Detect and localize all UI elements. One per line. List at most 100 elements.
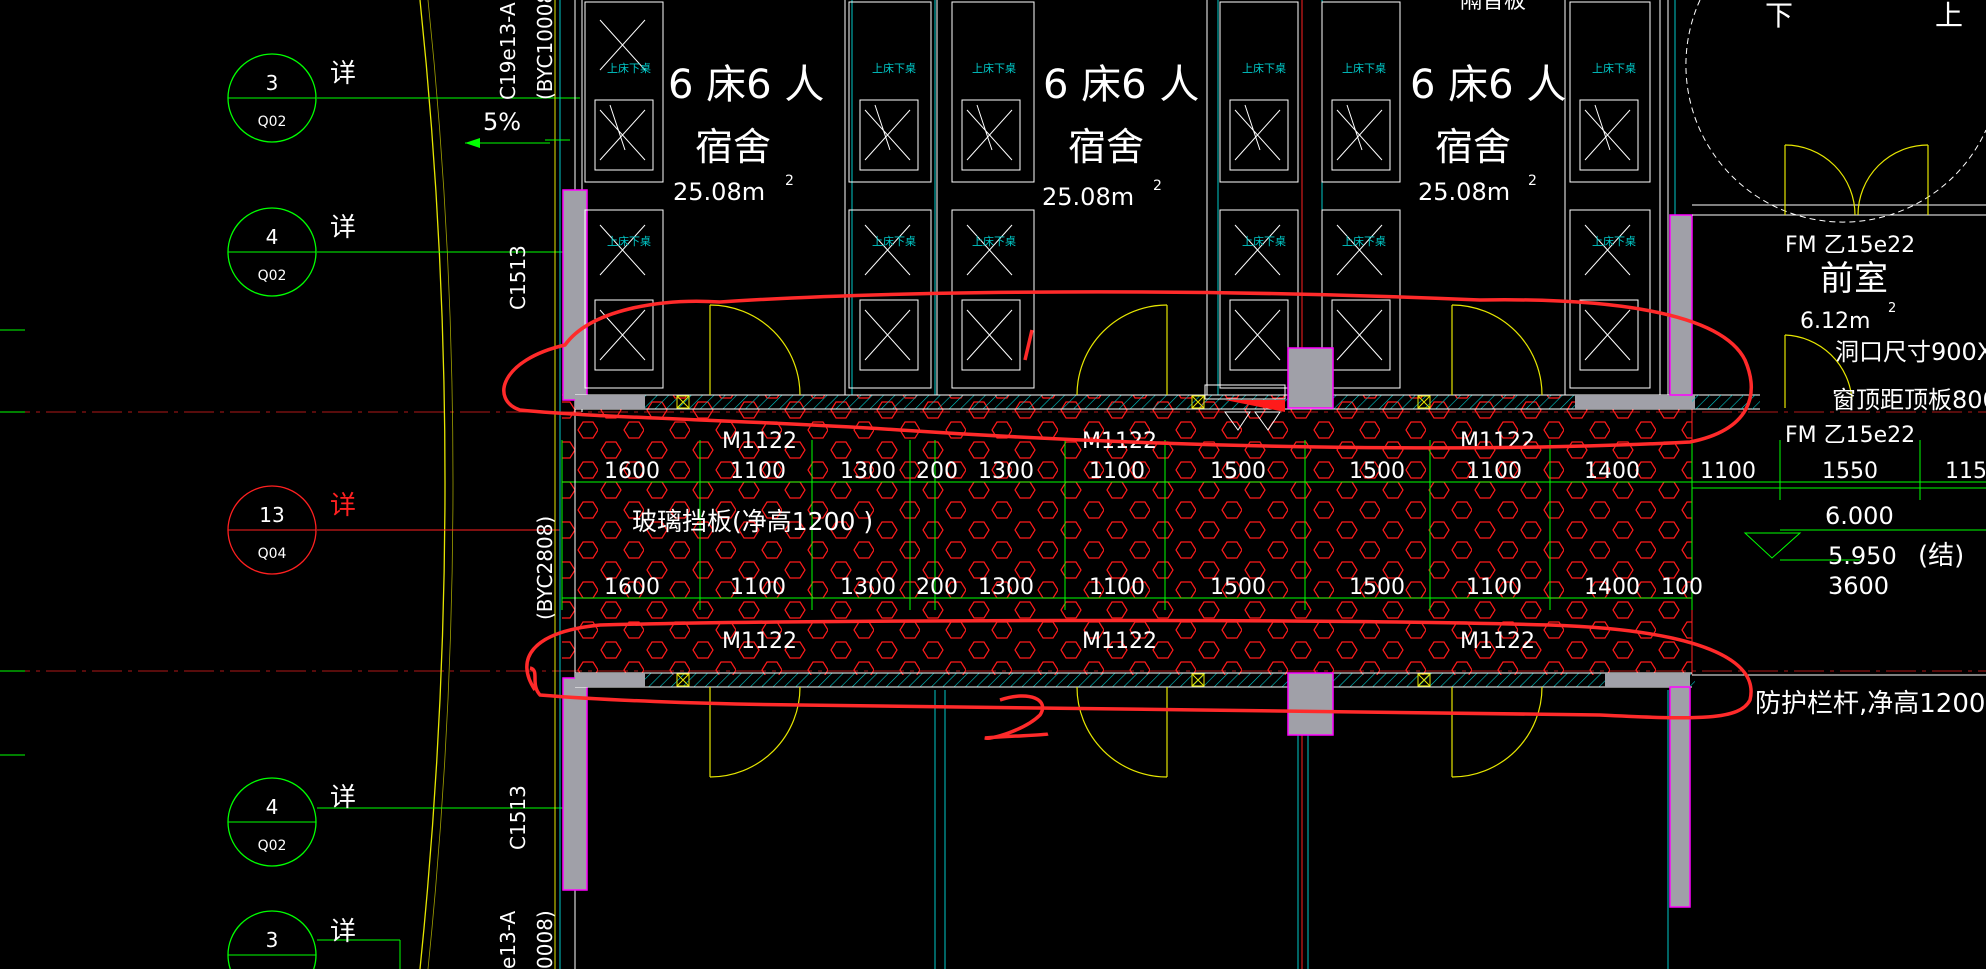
svg-text:1300: 1300: [978, 459, 1034, 484]
svg-text:1400: 1400: [1584, 459, 1640, 484]
svg-text:Q02: Q02: [258, 114, 287, 130]
detail-marker-texts: 3 Q02 详 4 Q02 详 13 Q04 详 4 Q02 详 3 详: [258, 59, 356, 952]
svg-text:200: 200: [916, 459, 958, 484]
svg-text:M1122: M1122: [1460, 629, 1535, 654]
svg-text:上床下桌: 上床下桌: [607, 234, 651, 248]
svg-text:1500: 1500: [1210, 459, 1266, 484]
svg-text:4: 4: [266, 795, 279, 819]
svg-text:详: 详: [330, 783, 356, 813]
svg-text:1600: 1600: [604, 459, 660, 484]
svg-text:6.12m: 6.12m: [1800, 309, 1870, 334]
corridor-note: 玻璃挡板(净高1200 ): [632, 507, 873, 536]
svg-text:M1122: M1122: [1082, 629, 1157, 654]
site-boundary-curve: [419, 0, 446, 969]
svg-text:6 床6 人: 6 床6 人: [668, 62, 824, 108]
svg-text:1500: 1500: [1349, 459, 1405, 484]
svg-text:下: 下: [1765, 0, 1793, 32]
svg-text:1100: 1100: [1089, 459, 1145, 484]
svg-text:25.08m: 25.08m: [1418, 178, 1510, 206]
room-2-labels: 6 床6 人 宿舍 25.08m 2: [1042, 62, 1199, 211]
svg-text:C1513: C1513: [506, 245, 530, 310]
svg-text:上床下桌: 上床下桌: [1342, 61, 1386, 75]
svg-text:(BYC10008): (BYC10008): [533, 0, 557, 100]
svg-text:C19e13-A: C19e13-A: [496, 2, 520, 100]
front-room-area: [1685, 0, 1986, 223]
svg-text:1100: 1100: [730, 575, 786, 600]
annotation-stroke-2[interactable]: [984, 694, 1049, 740]
svg-text:1300: 1300: [978, 575, 1034, 600]
svg-text:1100: 1100: [1466, 575, 1522, 600]
svg-text:M1122: M1122: [722, 629, 797, 654]
svg-text:详: 详: [330, 491, 356, 521]
svg-text:13: 13: [259, 503, 284, 527]
svg-text:FM 乙15e22: FM 乙15e22: [1785, 423, 1915, 448]
svg-text:2: 2: [1153, 178, 1162, 194]
svg-text:3: 3: [266, 928, 279, 952]
svg-text:上床下桌: 上床下桌: [872, 61, 916, 75]
svg-text:2: 2: [785, 173, 794, 189]
svg-text:洞口尺寸900X5: 洞口尺寸900X5: [1835, 338, 1986, 366]
doors-top: [709, 304, 1543, 396]
svg-text:(BYC2808): (BYC2808): [533, 516, 557, 620]
svg-text:200: 200: [916, 575, 958, 600]
annotation-stroke-1[interactable]: [1023, 329, 1034, 361]
svg-text:M1122: M1122: [722, 429, 797, 454]
svg-text:5.950: 5.950: [1828, 542, 1897, 570]
svg-text:1400: 1400: [1584, 575, 1640, 600]
slope-arrow: [465, 138, 550, 148]
svg-text:详: 详: [330, 59, 356, 89]
svg-text:Q02: Q02: [258, 838, 287, 854]
svg-text:隔音板: 隔音板: [1460, 0, 1526, 14]
cad-drawing-canvas[interactable]: 上床下桌 上床下桌 上床下桌 上床下桌 上床下桌 上床下桌 上床下桌 上床下桌 …: [0, 0, 1986, 969]
svg-text:6 床6 人: 6 床6 人: [1410, 62, 1566, 108]
svg-text:M1122: M1122: [1460, 429, 1535, 454]
level-symbol: [1743, 532, 1802, 559]
room-3-labels: 6 床6 人 宿舍 25.08m 2: [1410, 62, 1566, 206]
svg-text:6 床6 人: 6 床6 人: [1043, 62, 1199, 108]
svg-text:1100: 1100: [730, 459, 786, 484]
svg-text:防护栏杆,净高1200: 防护栏杆,净高1200: [1755, 689, 1985, 719]
svg-text:上床下桌: 上床下桌: [607, 61, 651, 75]
svg-text:上床下桌: 上床下桌: [872, 234, 916, 248]
svg-text:2: 2: [1528, 173, 1537, 189]
svg-text:25.08m: 25.08m: [673, 178, 765, 206]
svg-text:0008): 0008): [533, 910, 557, 969]
svg-text:宿舍: 宿舍: [1435, 125, 1511, 169]
svg-text:宿舍: 宿舍: [1068, 125, 1144, 169]
svg-text:1550: 1550: [1822, 459, 1878, 484]
doors-bottom: [709, 686, 1543, 778]
svg-text:详: 详: [330, 917, 356, 947]
svg-text:1100: 1100: [1089, 575, 1145, 600]
svg-text:上床下桌: 上床下桌: [972, 61, 1016, 75]
svg-text:前室: 前室: [1820, 259, 1888, 299]
svg-text:3600: 3600: [1828, 572, 1889, 600]
svg-text:窗顶距顶板800: 窗顶距顶板800: [1832, 386, 1986, 414]
wall-labels: C19e13-A (BYC10008) C1513 (BYC2808) C151…: [483, 0, 557, 969]
svg-text:上床下桌: 上床下桌: [972, 234, 1016, 248]
svg-text:1300: 1300: [840, 575, 896, 600]
svg-text:1100: 1100: [1466, 459, 1522, 484]
svg-text:上床下桌: 上床下桌: [1242, 234, 1286, 248]
svg-text:100: 100: [1661, 575, 1703, 600]
svg-text:(结): (结): [1918, 541, 1964, 571]
svg-text:1600: 1600: [604, 575, 660, 600]
room-1-labels: 6 床6 人 宿舍 25.08m 2: [668, 62, 824, 206]
room-partitions: [844, 0, 1669, 400]
svg-text:宿舍: 宿舍: [695, 125, 771, 169]
svg-text:Q02: Q02: [258, 268, 287, 284]
svg-text:5%: 5%: [483, 108, 521, 136]
svg-text:FM 乙15e22: FM 乙15e22: [1785, 233, 1915, 258]
svg-text:详: 详: [330, 213, 356, 243]
svg-text:25.08m: 25.08m: [1042, 183, 1134, 211]
svg-text:4: 4: [266, 225, 279, 249]
svg-text:e13-A: e13-A: [496, 910, 520, 969]
svg-text:上床下桌: 上床下桌: [1592, 234, 1636, 248]
svg-text:3: 3: [266, 71, 279, 95]
svg-text:1500: 1500: [1349, 575, 1405, 600]
svg-text:6.000: 6.000: [1825, 502, 1894, 530]
svg-text:1300: 1300: [840, 459, 896, 484]
svg-text:1500: 1500: [1210, 575, 1266, 600]
svg-text:115: 115: [1945, 459, 1986, 484]
svg-text:上: 上: [1935, 0, 1963, 32]
svg-text:上床下桌: 上床下桌: [1592, 61, 1636, 75]
